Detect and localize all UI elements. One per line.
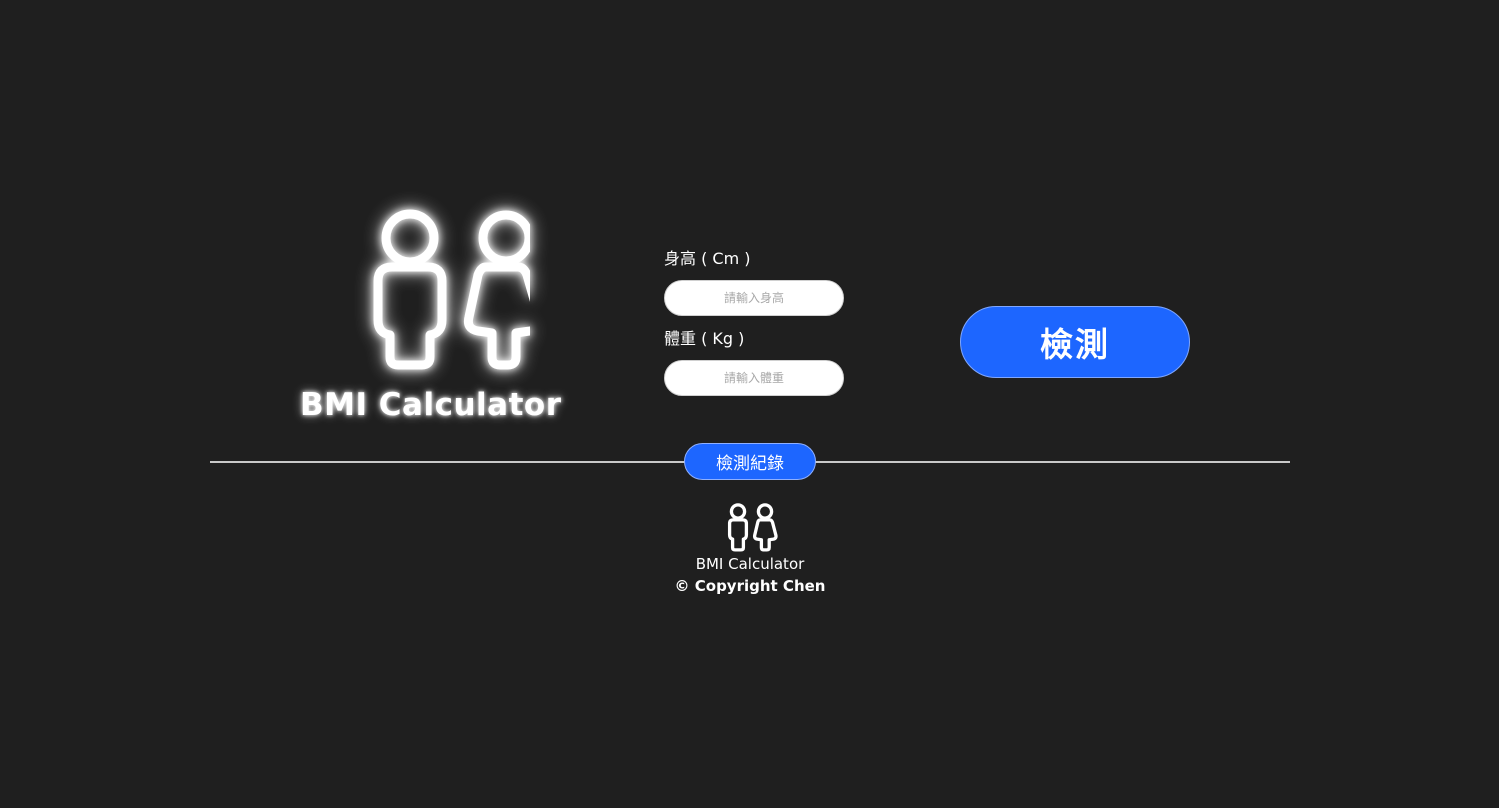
footer-title: BMI Calculator	[695, 555, 805, 573]
height-label: 身高 ( Cm )	[664, 249, 751, 268]
page: BMI Calculator 身高 ( Cm ) 體重 ( Kg ) 檢測 檢測…	[0, 0, 1499, 808]
footer-copyright: © Copyright Chen	[674, 577, 826, 595]
footer: BMI Calculator © Copyright Chen	[650, 502, 850, 595]
footer-male-female-icon	[720, 502, 780, 554]
weight-label: 體重 ( Kg )	[664, 329, 745, 348]
logo-title: BMI Calculator	[300, 387, 562, 423]
male-female-icon	[330, 205, 545, 375]
height-input[interactable]	[664, 280, 844, 316]
bmi-form: 身高 ( Cm ) 體重 ( Kg )	[664, 248, 864, 408]
detect-button[interactable]: 檢測	[960, 306, 1190, 378]
records-button[interactable]: 檢測紀錄	[684, 443, 816, 480]
weight-input[interactable]	[664, 360, 844, 396]
logo-block: BMI Calculator	[300, 205, 562, 423]
